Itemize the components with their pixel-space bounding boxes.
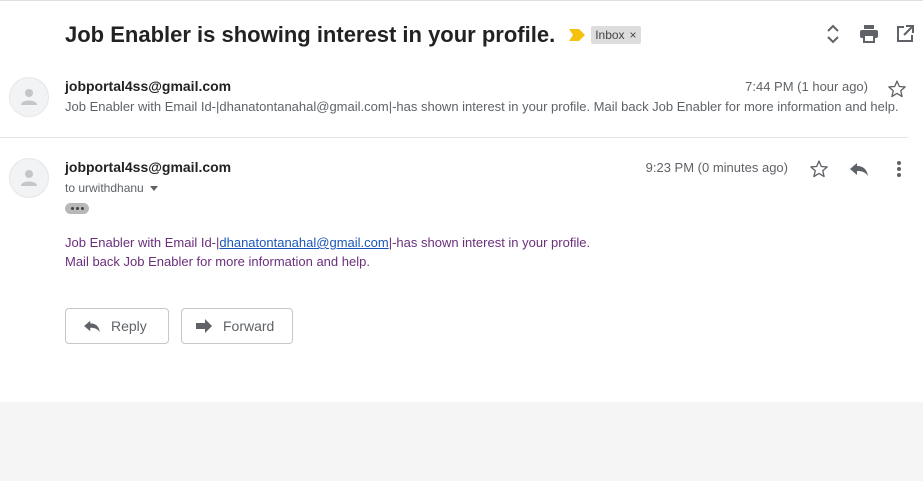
star-icon[interactable] (809, 157, 829, 181)
forward-icon (196, 319, 212, 333)
ellipsis-dot (70, 207, 74, 210)
person-icon (21, 89, 37, 105)
message-timestamp: 9:23 PM (0 minutes ago) (645, 160, 788, 175)
body-text-prefix: Job Enabler with Email Id-| (65, 235, 220, 250)
ellipsis-dot (80, 207, 84, 210)
body-line-1: Job Enabler with Email Id-|dhanatontanah… (65, 233, 590, 252)
email-link[interactable]: dhanatontanahal@gmail.com (219, 235, 388, 250)
email-thread-view: Job Enabler is showing interest in your … (0, 0, 923, 481)
forward-button[interactable]: Forward (181, 308, 293, 344)
top-border (0, 0, 923, 1)
print-icon[interactable] (859, 22, 879, 46)
thread-actions (823, 22, 915, 46)
forward-label: Forward (223, 318, 275, 334)
recipient-text: to urwithdhanu (65, 181, 144, 195)
body-text-suffix: |-has shown interest in your profile. (388, 235, 591, 250)
ellipsis-dot (75, 207, 79, 210)
reply-button[interactable]: Reply (65, 308, 169, 344)
importance-marker-icon[interactable] (569, 29, 586, 41)
subject-row: Job Enabler is showing interest in your … (65, 18, 641, 52)
message-sender[interactable]: jobportal4ss@gmail.com (65, 78, 231, 94)
remove-label-button[interactable]: × (630, 28, 637, 42)
message-actions (809, 157, 909, 181)
footer-area (0, 402, 923, 481)
more-vertical-icon[interactable] (889, 157, 909, 181)
message-timestamp: 7:44 PM (1 hour ago) (745, 79, 868, 94)
message-snippet[interactable]: Job Enabler with Email Id-|dhanatontanah… (65, 99, 908, 114)
open-in-new-window-icon[interactable] (895, 22, 915, 46)
star-icon[interactable] (887, 77, 907, 101)
body-line-2: Mail back Job Enabler for more informati… (65, 254, 370, 269)
email-subject: Job Enabler is showing interest in your … (65, 22, 556, 47)
recipient-details[interactable]: to urwithdhanu (65, 181, 158, 195)
chevron-down-icon (149, 185, 158, 191)
expand-collapse-icon[interactable] (823, 22, 843, 46)
message-sender[interactable]: jobportal4ss@gmail.com (65, 159, 231, 175)
reply-label: Reply (111, 318, 147, 334)
inbox-label-chip: Inbox × (591, 26, 641, 44)
sender-avatar[interactable] (9, 158, 49, 198)
message-body: Job Enabler with Email Id-|dhanatontanah… (65, 233, 590, 271)
inbox-label-text: Inbox (595, 28, 625, 42)
show-trimmed-content-button[interactable] (65, 203, 89, 214)
sender-avatar[interactable] (9, 77, 49, 117)
reply-icon (84, 320, 100, 333)
message-divider (0, 137, 908, 138)
reply-icon[interactable] (849, 157, 869, 181)
person-icon (21, 170, 37, 186)
